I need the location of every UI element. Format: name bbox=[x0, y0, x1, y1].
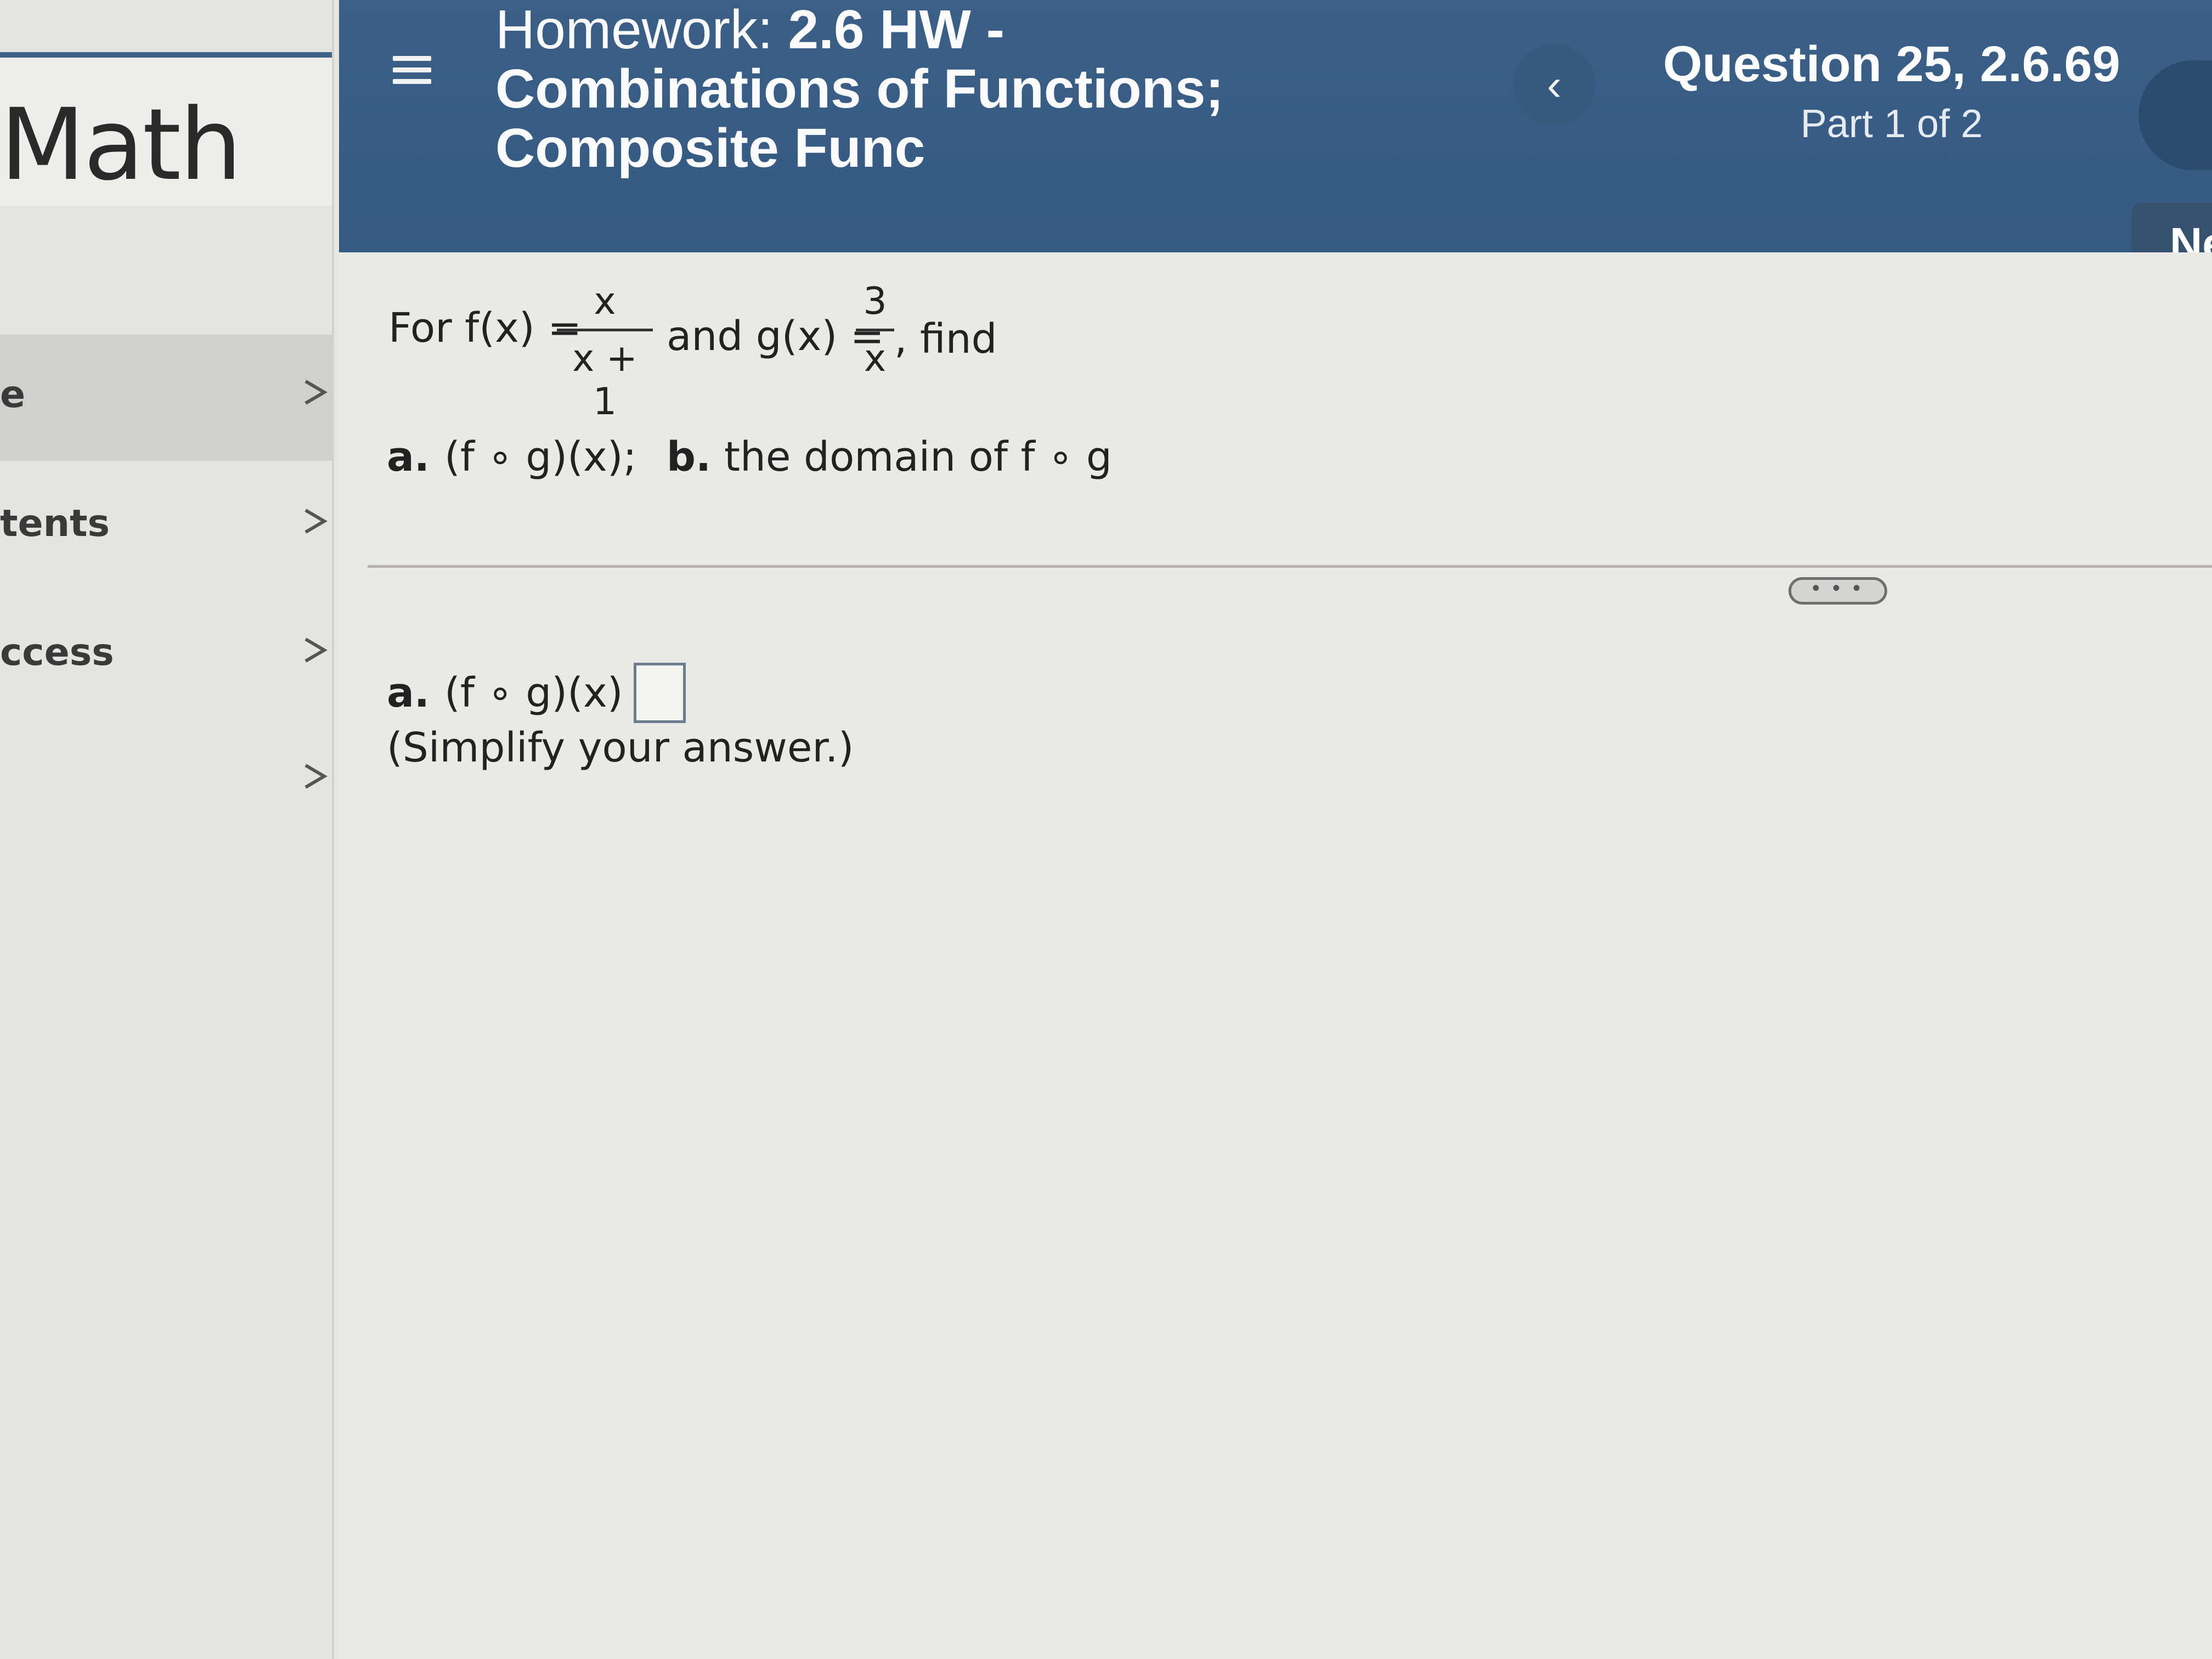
homework-title-prefix: Homework: bbox=[495, 0, 788, 60]
fraction-bar bbox=[557, 329, 653, 331]
f-numerator: x bbox=[594, 280, 616, 323]
g-numerator: 3 bbox=[863, 280, 887, 323]
chevron-right-icon bbox=[304, 509, 328, 534]
sidebar-item-label: tents bbox=[0, 502, 110, 545]
question-intro-and: and g(x) = bbox=[667, 313, 884, 360]
previous-question-button[interactable]: ‹ bbox=[1513, 44, 1595, 126]
g-fraction: 3 x bbox=[856, 280, 894, 380]
f-denominator: x + 1 bbox=[572, 337, 637, 424]
question-number: Question 25, 2.6.69 bbox=[1663, 36, 2120, 92]
chevron-right-icon bbox=[304, 380, 328, 405]
sidebar-item-access[interactable]: ccess bbox=[0, 592, 332, 719]
question-part: Part 1 of 2 bbox=[1800, 102, 1983, 146]
hamburger-icon bbox=[388, 56, 438, 84]
sidebar-top-accent bbox=[0, 52, 332, 58]
f-fraction: x x + 1 bbox=[557, 280, 653, 424]
menu-button[interactable] bbox=[388, 49, 438, 99]
sidebar: Math e tents ccess bbox=[0, 0, 334, 1659]
sidebar-item-label: e bbox=[0, 373, 26, 416]
sidebar-item-1[interactable]: e bbox=[0, 335, 332, 461]
part-b-letter: b. bbox=[667, 433, 712, 481]
next-question-button[interactable]: › bbox=[2138, 60, 2212, 170]
chevron-left-icon: ‹ bbox=[1547, 60, 1562, 109]
brand-label: Math bbox=[0, 88, 242, 202]
answer-a-letter: a. bbox=[387, 669, 430, 716]
answer-input[interactable] bbox=[634, 663, 686, 723]
answer-hint: (Simplify your answer.) bbox=[387, 724, 854, 771]
question-intro-find: , find bbox=[894, 315, 997, 363]
chevron-right-icon bbox=[304, 764, 328, 789]
part-b-text: the domain of f ∘ g bbox=[724, 433, 1112, 481]
chevron-right-icon bbox=[304, 637, 328, 663]
section-divider bbox=[368, 565, 2212, 568]
sidebar-item-contents[interactable]: tents bbox=[0, 464, 332, 590]
fraction-bar bbox=[856, 329, 894, 331]
part-a-letter: a. bbox=[387, 433, 430, 481]
course-brand: Math bbox=[0, 58, 332, 206]
sidebar-item-4[interactable] bbox=[0, 719, 332, 845]
g-denominator: x bbox=[864, 337, 887, 380]
homework-title: Homework: 2.6 HW - Combinations of Funct… bbox=[495, 0, 1373, 178]
question-intro-for: For f(x) = bbox=[388, 304, 582, 352]
sidebar-item-label: ccess bbox=[0, 631, 114, 674]
expand-more-button[interactable]: • • • bbox=[1788, 577, 1887, 605]
assignment-header: Homework: 2.6 HW - Combinations of Funct… bbox=[339, 0, 2212, 252]
part-a-text: (f ∘ g)(x); bbox=[444, 433, 637, 481]
